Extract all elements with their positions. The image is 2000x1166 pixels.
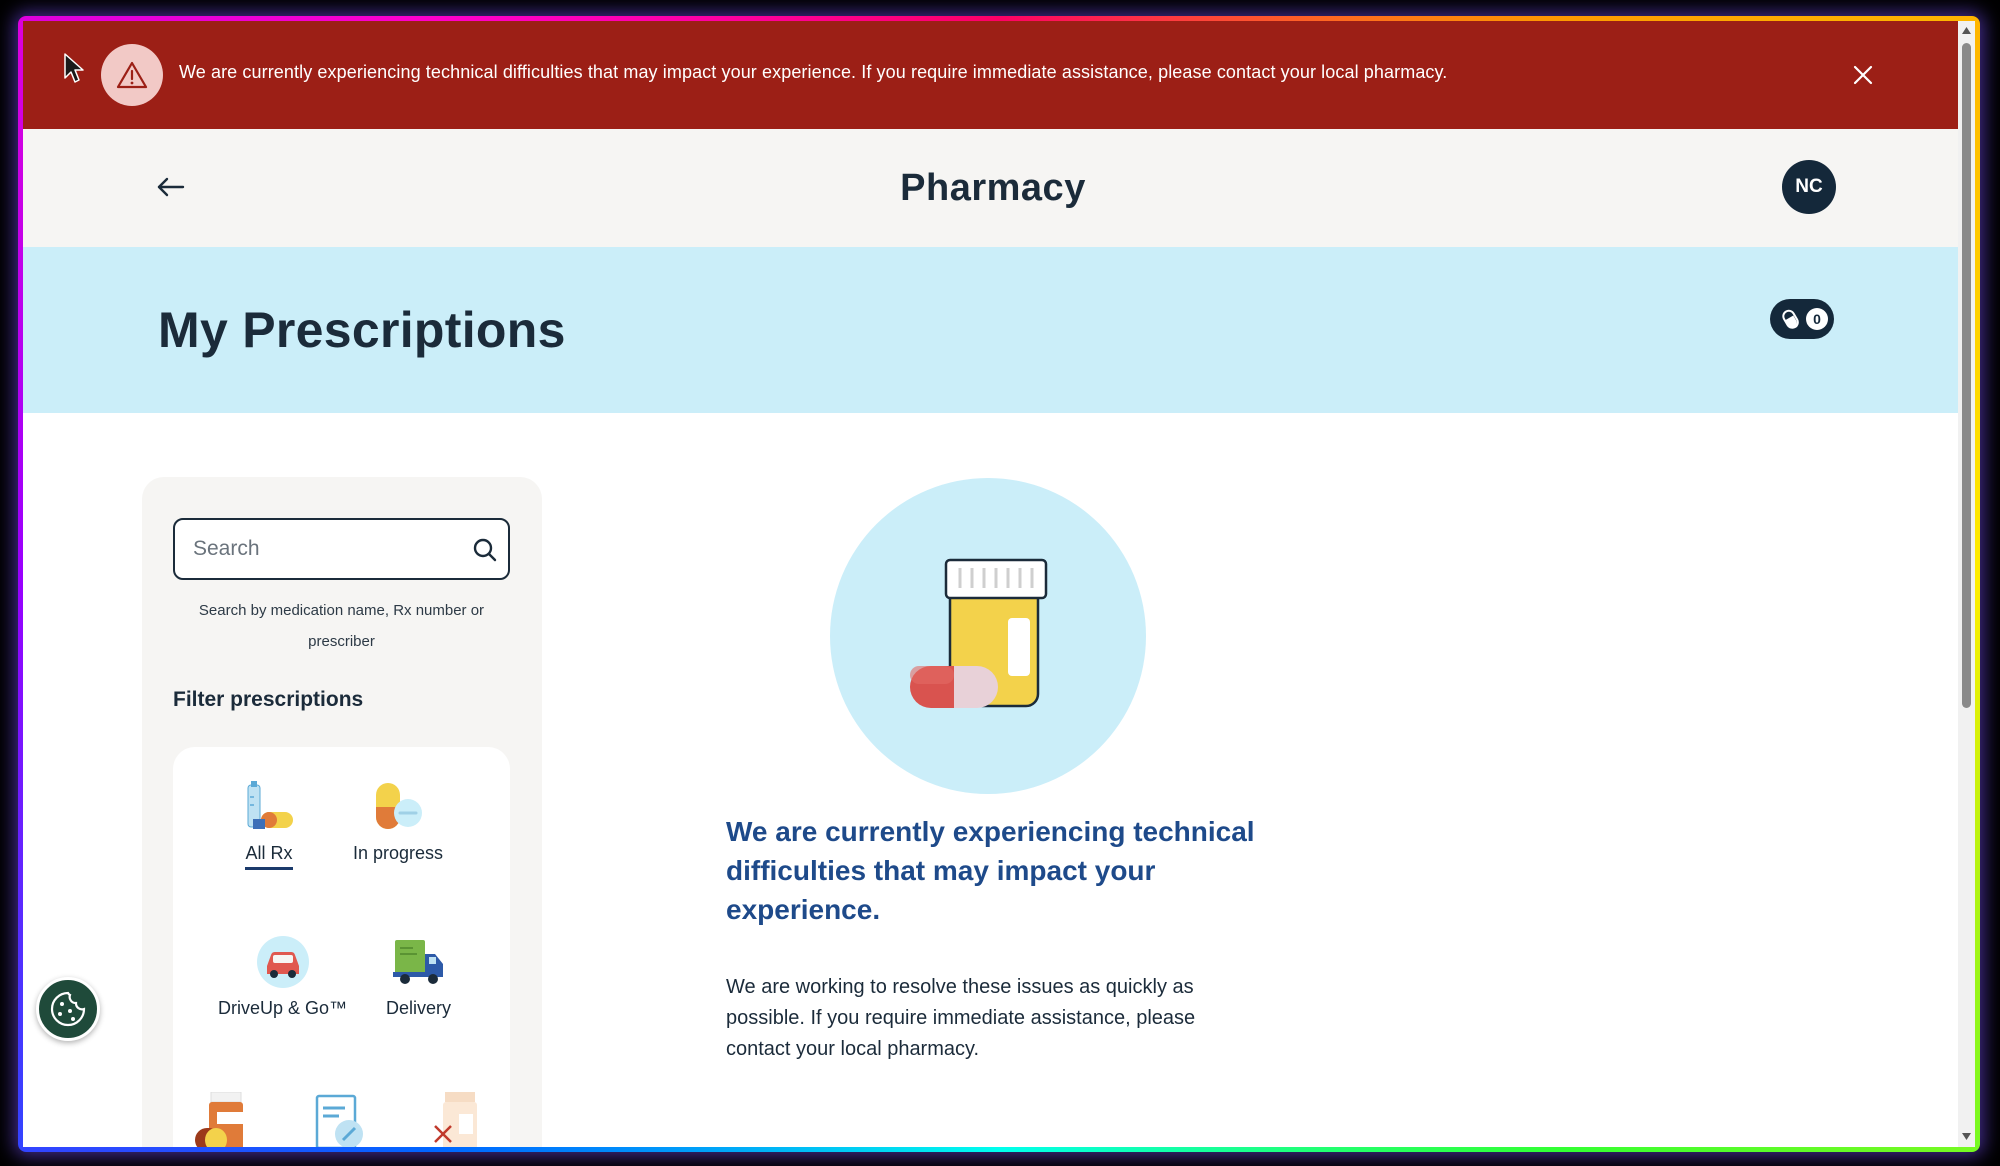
browser-viewport: We are currently experiencing technical …: [23, 21, 1975, 1147]
title-band: My Prescriptions 0: [23, 247, 1958, 413]
document-edit-icon[interactable]: [313, 1094, 365, 1147]
vertical-scrollbar[interactable]: [1958, 21, 1975, 1147]
header-title: Pharmacy: [900, 167, 1086, 209]
refill-bottle-icon[interactable]: [195, 1092, 247, 1147]
filter-title: Filter prescriptions: [173, 688, 364, 711]
cancelled-bottle-icon[interactable]: [429, 1092, 481, 1147]
search-icon[interactable]: [471, 536, 499, 564]
error-heading: We are currently experiencing technical …: [726, 816, 1255, 925]
search-field[interactable]: [173, 518, 510, 580]
car-icon: [256, 936, 309, 988]
illustration-circle: [830, 478, 1146, 794]
filter-label: All Rx: [245, 843, 293, 870]
cookie-icon: [50, 991, 86, 1027]
filter-label: DriveUp & Go™: [218, 998, 348, 1018]
prescription-cart-button[interactable]: 0: [1770, 299, 1834, 339]
all-rx-icon: [247, 781, 293, 829]
pill-icon: [1782, 309, 1799, 329]
filter-card: All Rx In progress DriveUp & Go™ Deliver…: [173, 747, 510, 1147]
screen-frame: We are currently experiencing technical …: [0, 0, 2000, 1166]
avatar[interactable]: NC: [1782, 160, 1836, 214]
page-title: My Prescriptions: [158, 302, 566, 358]
filter-driveup-and-go[interactable]: DriveUp & Go™: [218, 934, 347, 1019]
filter-in-progress[interactable]: In progress: [353, 779, 443, 864]
search-input[interactable]: [193, 534, 453, 564]
app-header: Pharmacy NC: [23, 129, 1958, 247]
cookie-settings-button[interactable]: [36, 977, 100, 1041]
delivery-truck-icon: [392, 940, 443, 984]
alert-message: We are currently experiencing technical …: [179, 62, 1448, 82]
scroll-up-icon[interactable]: [1961, 25, 1972, 36]
cart-count-badge: 0: [1806, 308, 1828, 330]
filter-label: Delivery: [386, 998, 452, 1018]
close-icon[interactable]: [1843, 55, 1883, 95]
pill-bottle-icon: [910, 558, 1048, 708]
scroll-down-icon[interactable]: [1961, 1131, 1972, 1142]
mouse-cursor-icon: [64, 53, 84, 83]
search-help-text: Search by medication name, Rx number or …: [198, 602, 485, 650]
in-progress-icon: [376, 783, 423, 829]
scrollbar-thumb[interactable]: [1962, 43, 1971, 708]
filter-label: In progress: [353, 843, 444, 863]
alert-banner: We are currently experiencing technical …: [23, 21, 1958, 129]
warning-triangle-icon: [101, 44, 163, 106]
filter-all-rx[interactable]: All Rx: [241, 779, 297, 870]
filter-sidebar: Search by medication name, Rx number or …: [142, 477, 542, 1147]
filter-delivery[interactable]: Delivery: [386, 934, 451, 1019]
error-body: We are working to resolve these issues a…: [726, 976, 1196, 1060]
